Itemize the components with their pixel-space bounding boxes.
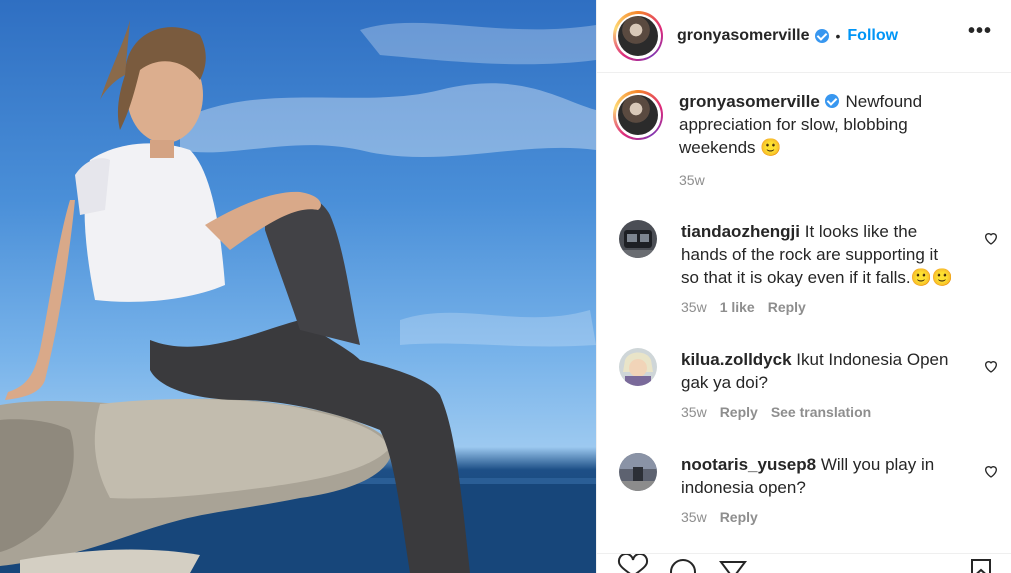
post-action-bar xyxy=(597,552,1011,573)
comment-timestamp[interactable]: 35w xyxy=(681,299,707,315)
comment-meta: 35w Reply See translation xyxy=(681,404,884,420)
avatar xyxy=(618,95,658,135)
caption-text: gronyasomerville Newfound appreciation f… xyxy=(679,90,949,159)
heart-icon[interactable] xyxy=(983,358,999,374)
comment-username[interactable]: kilua.zolldyck xyxy=(681,350,792,369)
caption: gronyasomerville Newfound appreciation f… xyxy=(613,90,1003,159)
verified-badge-icon xyxy=(824,94,839,108)
bookmark-icon xyxy=(971,559,991,573)
comment-likes[interactable]: 1 like xyxy=(720,299,755,315)
like-icon xyxy=(617,552,649,573)
comment-username[interactable]: nootaris_yusep8 xyxy=(681,455,816,474)
comment-meta: 35w 1 like Reply xyxy=(681,299,819,315)
comment-timestamp[interactable]: 35w xyxy=(681,404,707,420)
post-header: gronyasomerville • Follow ••• xyxy=(597,0,1011,73)
heart-icon[interactable] xyxy=(983,230,999,246)
follow-button[interactable]: Follow xyxy=(847,27,898,45)
caption-timestamp[interactable]: 35w xyxy=(679,172,705,188)
separator-dot: • xyxy=(835,28,841,44)
avatar xyxy=(618,16,658,56)
photo-illustration xyxy=(0,20,596,573)
avatar[interactable] xyxy=(619,453,657,491)
heart-icon[interactable] xyxy=(983,463,999,479)
verified-badge-icon xyxy=(814,29,829,43)
reply-button[interactable]: Reply xyxy=(720,509,758,525)
comment-timestamp[interactable]: 35w xyxy=(681,509,707,525)
share-icon xyxy=(719,561,747,573)
more-options-icon[interactable]: ••• xyxy=(968,21,992,41)
comment-icon xyxy=(670,559,696,573)
comment-meta: 35w Reply xyxy=(681,509,771,525)
avatar[interactable] xyxy=(619,220,657,258)
header-username[interactable]: gronyasomerville xyxy=(677,27,810,45)
post-side-panel: gronyasomerville • Follow ••• gronyasome… xyxy=(596,0,1011,573)
commenter-avatar-image xyxy=(619,348,657,386)
reply-button[interactable]: Reply xyxy=(768,299,806,315)
reply-button[interactable]: Reply xyxy=(720,404,758,420)
profile-avatar-story-ring[interactable] xyxy=(613,11,663,61)
comment-text: kilua.zolldyck Ikut Indonesia Open gak y… xyxy=(681,350,949,392)
comment-text: tiandaozhengji It looks like the hands o… xyxy=(681,222,953,287)
commenter-avatar-image xyxy=(619,220,657,258)
commenter-avatar-image xyxy=(619,453,657,491)
see-translation-button[interactable]: See translation xyxy=(771,404,871,420)
action-icons xyxy=(617,552,991,573)
comment-username[interactable]: tiandaozhengji xyxy=(681,222,800,241)
post-photo[interactable] xyxy=(0,0,596,573)
caption-avatar-ring[interactable] xyxy=(613,90,663,140)
caption-username[interactable]: gronyasomerville xyxy=(679,92,820,111)
comment-text: nootaris_yusep8 Will you play in indones… xyxy=(681,455,935,497)
avatar[interactable] xyxy=(619,348,657,386)
